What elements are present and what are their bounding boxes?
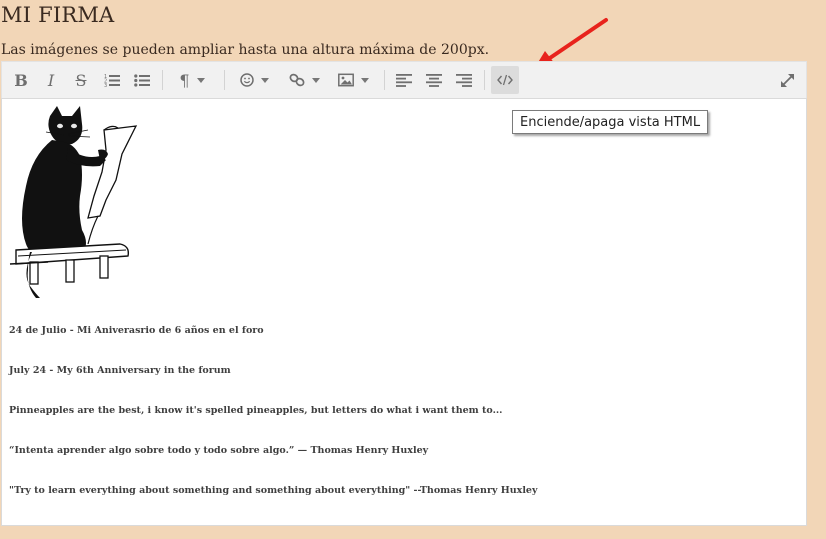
signature-line: Pinneapples are the best, i know it's sp… [9, 405, 503, 416]
ordered-list-icon: 1 2 3 [104, 74, 120, 87]
paragraph-icon: ¶ [179, 70, 190, 90]
signature-line: "Try to learn everything about something… [9, 485, 538, 496]
align-center-button[interactable] [422, 66, 446, 94]
toolbar-separator [224, 70, 225, 90]
emoji-button[interactable] [234, 66, 274, 94]
italic-label: I [47, 70, 55, 90]
insert-image-button[interactable] [332, 66, 374, 94]
page-title: MI FIRMA [1, 3, 115, 27]
signature-line: 24 de Julio - Mi Aniverasrio de 6 años e… [9, 325, 264, 336]
code-icon [497, 74, 513, 86]
strikethrough-button[interactable]: S [70, 66, 92, 94]
signature-line: “Intenta aprender algo sobre todo y todo… [9, 445, 429, 456]
align-right-icon [456, 73, 472, 87]
smiley-icon [239, 73, 254, 87]
editor-content-area[interactable]: 24 de Julio - Mi Aniverasrio de 6 años e… [1, 98, 807, 526]
image-icon [337, 73, 354, 87]
italic-button[interactable]: I [40, 66, 62, 94]
strikethrough-label: S [75, 70, 87, 90]
toolbar-separator [162, 70, 163, 90]
paragraph-format-button[interactable]: ¶ [172, 66, 212, 94]
ordered-list-button[interactable]: 1 2 3 [100, 66, 124, 94]
page-subtitle: Las imágenes se pueden ampliar hasta una… [1, 42, 490, 58]
toolbar-separator [384, 70, 385, 90]
chevron-down-icon [360, 77, 369, 83]
align-left-icon [396, 73, 412, 87]
link-icon [289, 73, 304, 87]
html-view-toggle-button[interactable] [491, 66, 519, 94]
align-left-button[interactable] [392, 66, 416, 94]
toolbar-separator [484, 70, 485, 90]
chevron-down-icon [260, 77, 269, 83]
chevron-down-icon [196, 77, 205, 83]
expand-icon [780, 73, 794, 87]
bold-label: B [14, 70, 28, 90]
chevron-down-icon [311, 77, 320, 83]
svg-text:3: 3 [104, 83, 107, 87]
bold-button[interactable]: B [10, 66, 32, 94]
signature-line: July 24 - My 6th Anniversary in the foru… [9, 365, 231, 376]
bullet-list-button[interactable] [130, 66, 154, 94]
fullscreen-button[interactable] [774, 66, 800, 94]
html-view-tooltip: Enciende/apaga vista HTML [512, 110, 709, 134]
bullet-list-icon [134, 74, 150, 87]
align-right-button[interactable] [452, 66, 476, 94]
link-button[interactable] [284, 66, 324, 94]
cat-signature-image [9, 106, 138, 298]
editor-toolbar: B I S 1 2 3 ¶ [1, 61, 807, 98]
align-center-icon [426, 73, 442, 87]
